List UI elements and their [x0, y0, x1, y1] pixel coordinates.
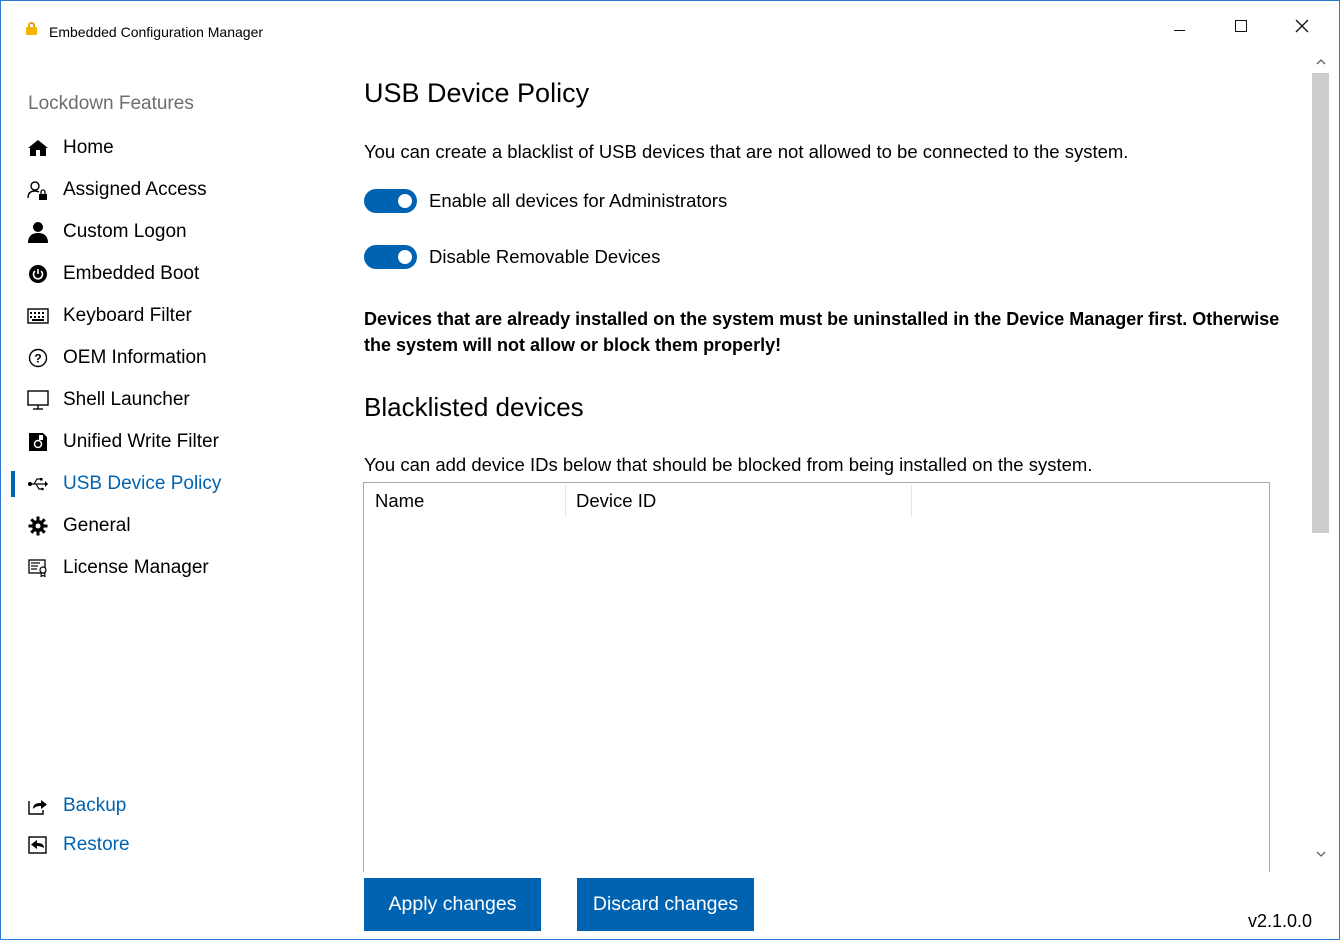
title-bar[interactable]: Embedded Configuration Manager: [1, 1, 1339, 41]
person-icon: [27, 221, 49, 243]
close-button[interactable]: [1279, 11, 1325, 41]
sidebar-item-keyboard-filter[interactable]: Keyboard Filter: [1, 299, 331, 333]
sidebar-item-custom-logon[interactable]: Custom Logon: [1, 215, 331, 249]
version-label: v2.1.0.0: [1248, 911, 1313, 931]
sidebar-item-label: USB Device Policy: [63, 473, 222, 494]
sidebar-item-license-manager[interactable]: License Manager: [1, 551, 331, 585]
page-title: USB Device Policy: [364, 78, 590, 108]
sidebar-item-label: Embedded Boot: [63, 263, 200, 284]
app-window: Embedded Configuration Manager Lockdown …: [0, 0, 1340, 940]
backup-link[interactable]: Backup: [1, 789, 331, 823]
toggle-label: Disable Removable Devices: [429, 246, 661, 267]
disk-icon: [27, 431, 49, 453]
toggle-row-removable: Disable Removable Devices: [364, 242, 660, 272]
column-separator[interactable]: [565, 485, 566, 517]
monitor-icon: [27, 389, 49, 411]
chevron-up-icon: [1316, 59, 1326, 65]
sidebar-item-shell-launcher[interactable]: Shell Launcher: [1, 383, 331, 417]
scroll-thumb[interactable]: [1312, 73, 1329, 533]
sidebar-item-unified-write-filter[interactable]: Unified Write Filter: [1, 425, 331, 459]
minimize-icon: [1173, 29, 1185, 31]
chevron-down-icon: [1316, 851, 1326, 857]
scroll-up-button[interactable]: [1310, 51, 1332, 73]
sidebar-item-label: License Manager: [63, 557, 209, 578]
sidebar-item-label: Keyboard Filter: [63, 305, 192, 326]
close-icon: [1295, 19, 1309, 33]
page-description: You can create a blacklist of USB device…: [364, 141, 1129, 162]
gear-icon: [27, 515, 49, 537]
sidebar-item-label: Custom Logon: [63, 221, 187, 242]
section-description: You can add device IDs below that should…: [364, 454, 1093, 475]
section-title: Blacklisted devices: [364, 392, 584, 422]
sidebar-item-label: General: [63, 515, 131, 536]
enable-admin-devices-toggle[interactable]: [364, 189, 417, 213]
column-header-name[interactable]: Name: [375, 483, 424, 519]
active-indicator: [11, 471, 15, 497]
column-header-device-id[interactable]: Device ID: [576, 483, 656, 519]
export-icon: [27, 795, 49, 817]
warning-text: Devices that are already installed on th…: [364, 309, 1280, 355]
scroll-down-button[interactable]: [1310, 843, 1332, 865]
disable-removable-devices-toggle[interactable]: [364, 245, 417, 269]
sidebar-item-label: Shell Launcher: [63, 389, 190, 410]
column-separator[interactable]: [911, 485, 912, 517]
sidebar-item-assigned-access[interactable]: Assigned Access: [1, 173, 331, 207]
minimize-button[interactable]: [1156, 11, 1202, 41]
restore-link[interactable]: Restore: [1, 828, 331, 862]
discard-changes-button[interactable]: Discard changes: [577, 878, 754, 931]
certificate-icon: [27, 557, 49, 579]
svg-text:?: ?: [34, 352, 41, 366]
backup-label: Backup: [63, 795, 127, 816]
maximize-button[interactable]: [1218, 11, 1264, 41]
home-icon: [27, 137, 49, 159]
maximize-icon: [1235, 20, 1247, 32]
sidebar-heading: Lockdown Features: [28, 93, 194, 114]
sidebar-item-usb-device-policy[interactable]: USB Device Policy: [1, 467, 331, 501]
sidebar-item-oem-information[interactable]: ? OEM Information: [1, 341, 331, 375]
sidebar-item-label: Assigned Access: [63, 179, 207, 200]
keyboard-icon: [27, 305, 49, 327]
window-title: Embedded Configuration Manager: [49, 24, 264, 40]
help-circle-icon: ?: [27, 347, 49, 369]
sidebar-item-label: Home: [63, 137, 114, 158]
toggle-row-admin: Enable all devices for Administrators: [364, 186, 727, 216]
sidebar-item-label: OEM Information: [63, 347, 207, 368]
sidebar-item-embedded-boot[interactable]: Embedded Boot: [1, 257, 331, 291]
user-lock-icon: [27, 179, 49, 201]
power-icon: [27, 263, 49, 285]
blacklist-table[interactable]: Name Device ID: [363, 482, 1270, 872]
sidebar-item-home[interactable]: Home: [1, 131, 331, 165]
sidebar-item-label: Unified Write Filter: [63, 431, 219, 452]
vertical-scrollbar[interactable]: [1310, 51, 1332, 866]
sidebar-item-general[interactable]: General: [1, 509, 331, 543]
toggle-label: Enable all devices for Administrators: [429, 190, 728, 211]
padlock-icon: [26, 22, 37, 35]
usb-icon: [27, 473, 49, 495]
apply-changes-button[interactable]: Apply changes: [364, 878, 541, 931]
import-icon: [27, 834, 49, 856]
restore-label: Restore: [63, 834, 130, 855]
